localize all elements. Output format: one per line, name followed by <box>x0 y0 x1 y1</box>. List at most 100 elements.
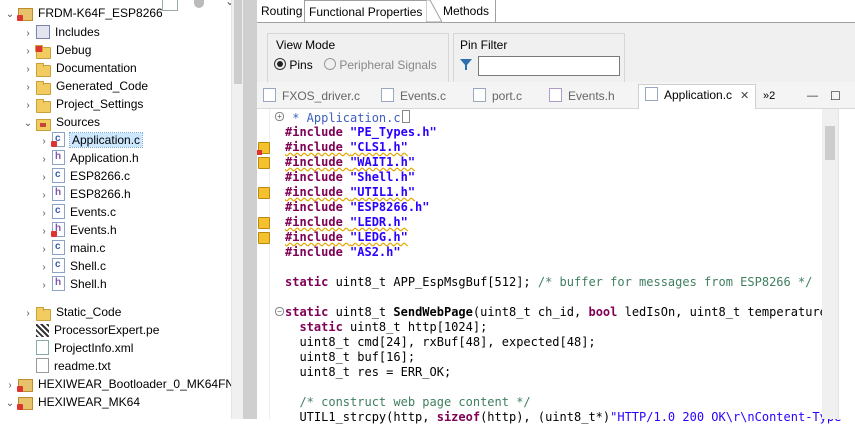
tree-item-projectinfo-xml[interactable]: ProjectInfo.xml <box>22 339 133 357</box>
tree-item-label: ProjectInfo.xml <box>54 341 134 355</box>
tab-routing[interactable]: Routing <box>257 0 304 22</box>
properties-panel: Routing Functional Properties Methods Vi… <box>257 0 855 85</box>
expand-fold-icon[interactable]: + <box>275 112 284 121</box>
c-file-icon <box>645 87 658 101</box>
editor-tab-events-c[interactable]: Events.c <box>381 86 446 106</box>
code-line: #include "ESP8266.h" <box>285 200 430 214</box>
warning-marker-icon[interactable] <box>258 232 270 244</box>
code-line: #include "Shell.h" <box>285 170 416 184</box>
tree-item-application-h[interactable]: ›Application.h <box>38 148 139 167</box>
collapse-icon[interactable]: ⌄ <box>22 115 34 133</box>
tree-item-label: Events.h <box>70 223 117 237</box>
pin-filter-input[interactable] <box>478 56 620 76</box>
minimize-icon[interactable]: — <box>807 86 818 106</box>
pin-filter-group: Pin Filter <box>453 33 625 85</box>
c-file-icon <box>52 238 65 256</box>
radio-peripheral-signals-label[interactable]: Peripheral Signals <box>339 58 436 72</box>
link-with-editor-icon[interactable] <box>162 0 178 11</box>
tree-item-project[interactable]: ⌄ FRDM-K64F_ESP8266 <box>4 4 163 22</box>
scrollbar-thumb[interactable] <box>825 126 835 160</box>
warning-marker-icon[interactable] <box>258 187 270 199</box>
warning-marker-icon[interactable] <box>258 217 270 229</box>
tree-item-label: main.c <box>70 241 106 255</box>
tree-item-label: HEXIWEAR_MK64 <box>38 395 141 409</box>
code-line: #include "AS2.h" <box>285 245 401 259</box>
tree-item-application-c[interactable]: ›Application.c <box>38 130 144 149</box>
project-icon <box>17 379 33 392</box>
tree-item-label: ESP8266.c <box>70 169 131 183</box>
view-mode-options: Pins Peripheral Signals <box>274 58 437 72</box>
tree-item-sources[interactable]: ⌄ Sources <box>22 113 100 131</box>
tree-item-label: Shell.c <box>70 259 107 273</box>
radio-pins-label[interactable]: Pins <box>289 58 312 72</box>
tree-item-generated-code[interactable]: › Generated_Code <box>22 77 148 95</box>
expand-icon[interactable]: ⌄ <box>4 6 16 24</box>
code-editor[interactable]: + − * Application.c #include "PE_Types.h… <box>257 109 855 424</box>
h-file-icon <box>52 274 65 292</box>
includes-icon <box>36 25 50 39</box>
collapse-fold-icon[interactable]: − <box>275 307 284 316</box>
code-line: UTIL1_strcpy(http, sizeof(http), (uint8_… <box>285 410 842 424</box>
code-line: static uint8_t http[1024]; <box>299 320 488 334</box>
tree-item-esp8266-c[interactable]: ›ESP8266.c <box>38 166 131 185</box>
tree-item-readme[interactable]: readme.txt <box>22 357 111 375</box>
folder-icon <box>36 99 51 113</box>
tree-item-label: HEXIWEAR_Bootloader_0_MK64FN1 <box>38 377 241 391</box>
c-file-icon <box>52 256 65 274</box>
code-line: #include "WAIT1.h" <box>285 155 416 169</box>
expand-icon[interactable]: › <box>38 277 50 295</box>
code-line: * Application.c <box>285 110 410 126</box>
code-line: uint8_t res = ERR_OK; <box>285 365 452 379</box>
maximize-icon[interactable]: ☐ <box>830 86 841 106</box>
scrollbar-thumb[interactable] <box>234 0 242 84</box>
tree-item-documentation[interactable]: › Documentation <box>22 59 137 77</box>
tree-item-label: readme.txt <box>54 359 111 373</box>
filter-icon[interactable] <box>194 0 204 8</box>
overview-ruler <box>838 109 855 419</box>
tree-item-hexiwear-mk64[interactable]: ⌄ HEXIWEAR_MK64 <box>4 393 140 411</box>
radio-pins[interactable] <box>274 58 286 70</box>
tab-methods[interactable]: Methods <box>439 0 497 22</box>
collapse-icon[interactable]: ⌄ <box>4 395 16 413</box>
tab-overflow-button[interactable]: »2 <box>763 86 775 106</box>
tree-item-events-c[interactable]: ›Events.c <box>38 202 116 221</box>
tree-item-processor-expert[interactable]: ProcessorExpert.pe <box>22 321 159 339</box>
editor-tab-application-c[interactable]: Application.c ✕ <box>638 84 757 109</box>
code-line: #include "LEDR.h" <box>285 215 408 229</box>
code-line: static uint8_t APP_EspMsgBuf[512]; /* bu… <box>285 275 813 289</box>
warning-marker-icon[interactable] <box>258 157 270 169</box>
radio-peripheral-signals[interactable] <box>324 58 337 70</box>
editor-tab-fxos-driver[interactable]: FXOS_driver.c <box>263 86 360 106</box>
editor-scrollbar[interactable] <box>822 109 838 419</box>
tree-item-hexiwear-bootloader[interactable]: › HEXIWEAR_Bootloader_0_MK64FN1 <box>4 375 241 393</box>
code-line: #include "UTIL1.h" <box>285 185 416 199</box>
project-icon <box>17 397 33 410</box>
editor-tab-events-h[interactable]: Events.h <box>549 86 615 106</box>
error-marker-icon[interactable] <box>257 142 270 155</box>
code-line: static uint8_t SendWebPage(uint8_t ch_id… <box>285 305 835 319</box>
tree-item-includes[interactable]: › Includes <box>22 23 100 41</box>
folder-icon <box>36 307 51 321</box>
close-icon[interactable]: ✕ <box>740 90 749 102</box>
panel-divider[interactable] <box>243 0 257 419</box>
tree-item-label: Application.h <box>70 151 139 165</box>
editor-tab-port-c[interactable]: port.c <box>473 86 522 106</box>
tree-item-label: Project_Settings <box>56 97 144 111</box>
tree-item-project-settings[interactable]: › Project_Settings <box>22 95 143 113</box>
tree-item-shell-c[interactable]: ›Shell.c <box>38 256 107 275</box>
folder-icon <box>36 63 51 77</box>
tree-item-shell-h[interactable]: › Shell.h <box>38 274 106 295</box>
tree-item-label: ProcessorExpert.pe <box>54 323 160 337</box>
tree-item-events-h[interactable]: ›Events.h <box>38 220 117 239</box>
h-file-icon <box>52 184 65 202</box>
tree-item-main-c[interactable]: ›main.c <box>38 238 106 257</box>
tree-item-static-code[interactable]: › Static_Code <box>22 303 121 321</box>
explorer-scrollbar[interactable] <box>231 0 243 419</box>
h-file-icon <box>549 88 562 102</box>
source-folder-icon <box>36 119 51 131</box>
tree-item-debug[interactable]: › Debug <box>22 41 91 59</box>
tab-functional-properties[interactable]: Functional Properties <box>304 0 427 22</box>
tree-item-esp8266-h[interactable]: ›ESP8266.h <box>38 184 130 203</box>
view-mode-title: View Mode <box>276 38 336 52</box>
folder-icon <box>36 81 51 95</box>
